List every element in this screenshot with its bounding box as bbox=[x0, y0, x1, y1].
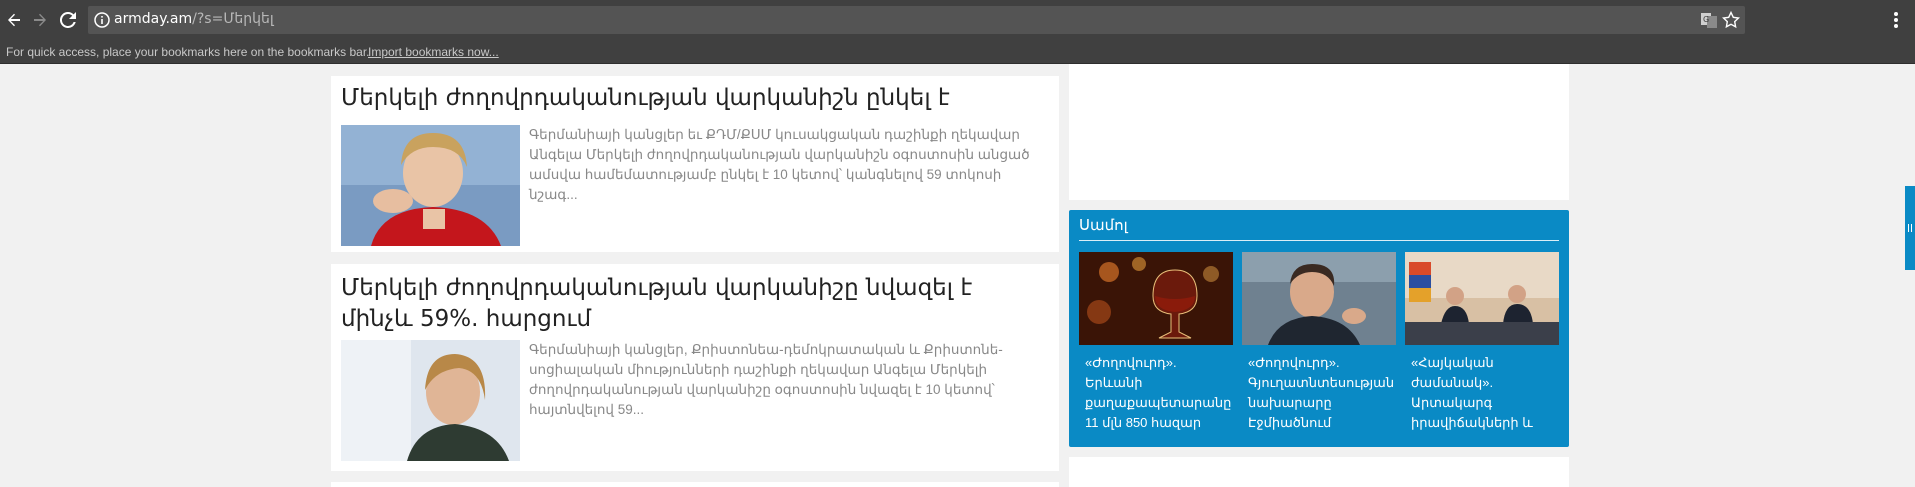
handle-grip-icon bbox=[1908, 224, 1912, 232]
address-bar[interactable]: armday.am/?s=Մերկել G bbox=[88, 6, 1745, 34]
press-conference-photo bbox=[1405, 252, 1559, 345]
reload-icon bbox=[60, 12, 76, 28]
widget-title[interactable]: Սամոլ bbox=[1079, 216, 1128, 234]
widget-item-image[interactable] bbox=[1405, 252, 1559, 345]
article-card: Մերկելի ժողովրդականության վարկանիշը նվազ… bbox=[331, 264, 1059, 471]
widget-item-caption[interactable]: «Ժողովուրդ». Երևանի քաղաքապետարանը 11 մլ… bbox=[1079, 353, 1233, 433]
article-excerpt: Գերմանիայի կանցլեր եւ ՔԴՄ/ՔՍՄ կուսակցակա… bbox=[529, 127, 1030, 202]
translate-icon[interactable]: G bbox=[1700, 11, 1718, 29]
ad-placeholder bbox=[1069, 64, 1569, 200]
widget-divider bbox=[1079, 240, 1559, 241]
widget-item[interactable]: «Հայկական ժամանակ». Արտակարգ իրավիճակներ… bbox=[1405, 252, 1559, 433]
samol-widget: Սամոլ «Ժողովուրդ». Երևանի քաղաքապետարանը… bbox=[1069, 210, 1569, 447]
bookmarks-message: For quick access, place your bookmarks h… bbox=[6, 45, 370, 59]
svg-text:G: G bbox=[1703, 15, 1709, 24]
article-card-partial bbox=[331, 482, 1059, 487]
wine-glass-photo bbox=[1079, 252, 1233, 345]
back-arrow-icon bbox=[8, 13, 20, 27]
article-thumbnail[interactable] bbox=[341, 125, 520, 246]
browser-toolbar: armday.am/?s=Մերկել G bbox=[0, 0, 1915, 40]
article-thumbnail[interactable] bbox=[341, 340, 520, 461]
article-photo-merkel-profile bbox=[341, 340, 520, 461]
article-card: Մերկելի ժողովրդականության վարկանիշն ընկե… bbox=[331, 76, 1059, 252]
reload-button[interactable] bbox=[56, 8, 80, 32]
url-host: armday.am bbox=[114, 11, 193, 27]
url-text: armday.am/?s=Մերկել bbox=[114, 11, 274, 27]
bookmark-star-icon[interactable] bbox=[1722, 11, 1740, 29]
info-icon bbox=[94, 12, 110, 28]
widget-item-image[interactable] bbox=[1242, 252, 1396, 345]
article-photo-merkel-red bbox=[341, 125, 520, 246]
url-path: /?s=Մերկել bbox=[192, 11, 274, 27]
article-title[interactable]: Մերկելի ժողովրդականության վարկանիշը նվազ… bbox=[341, 273, 1041, 335]
article-excerpt: Գերմանիայի կանցլեր, Քրիստոնեա-դեմոկրատակ… bbox=[529, 342, 1003, 417]
sidebar-box bbox=[1069, 457, 1569, 487]
page-content: Մերկելի ժողովրդականության վարկանիշն ընկե… bbox=[0, 64, 1915, 487]
menu-icon[interactable] bbox=[1888, 8, 1904, 32]
import-bookmarks-link[interactable]: Import bookmarks now... bbox=[368, 45, 499, 59]
forward-button[interactable] bbox=[28, 8, 52, 32]
widget-item[interactable]: «Ժողովուրդ». Գյուղատնտեսության նախարարը … bbox=[1242, 252, 1396, 433]
widget-item-caption[interactable]: «Հայկական ժամանակ». Արտակարգ իրավիճակներ… bbox=[1405, 353, 1559, 433]
bookmarks-bar: For quick access, place your bookmarks h… bbox=[0, 40, 1915, 64]
article-title[interactable]: Մերկելի ժողովրդականության վարկանիշն ընկե… bbox=[341, 83, 1041, 114]
back-button[interactable] bbox=[2, 8, 26, 32]
side-panel-handle[interactable] bbox=[1905, 186, 1915, 270]
widget-item-image[interactable] bbox=[1079, 252, 1233, 345]
widget-item[interactable]: «Ժողովուրդ». Երևանի քաղաքապետարանը 11 մլ… bbox=[1079, 252, 1233, 433]
widget-item-caption[interactable]: «Ժողովուրդ». Գյուղատնտեսության նախարարը … bbox=[1242, 353, 1396, 433]
minister-photo bbox=[1242, 252, 1396, 345]
forward-arrow-icon bbox=[34, 13, 46, 27]
